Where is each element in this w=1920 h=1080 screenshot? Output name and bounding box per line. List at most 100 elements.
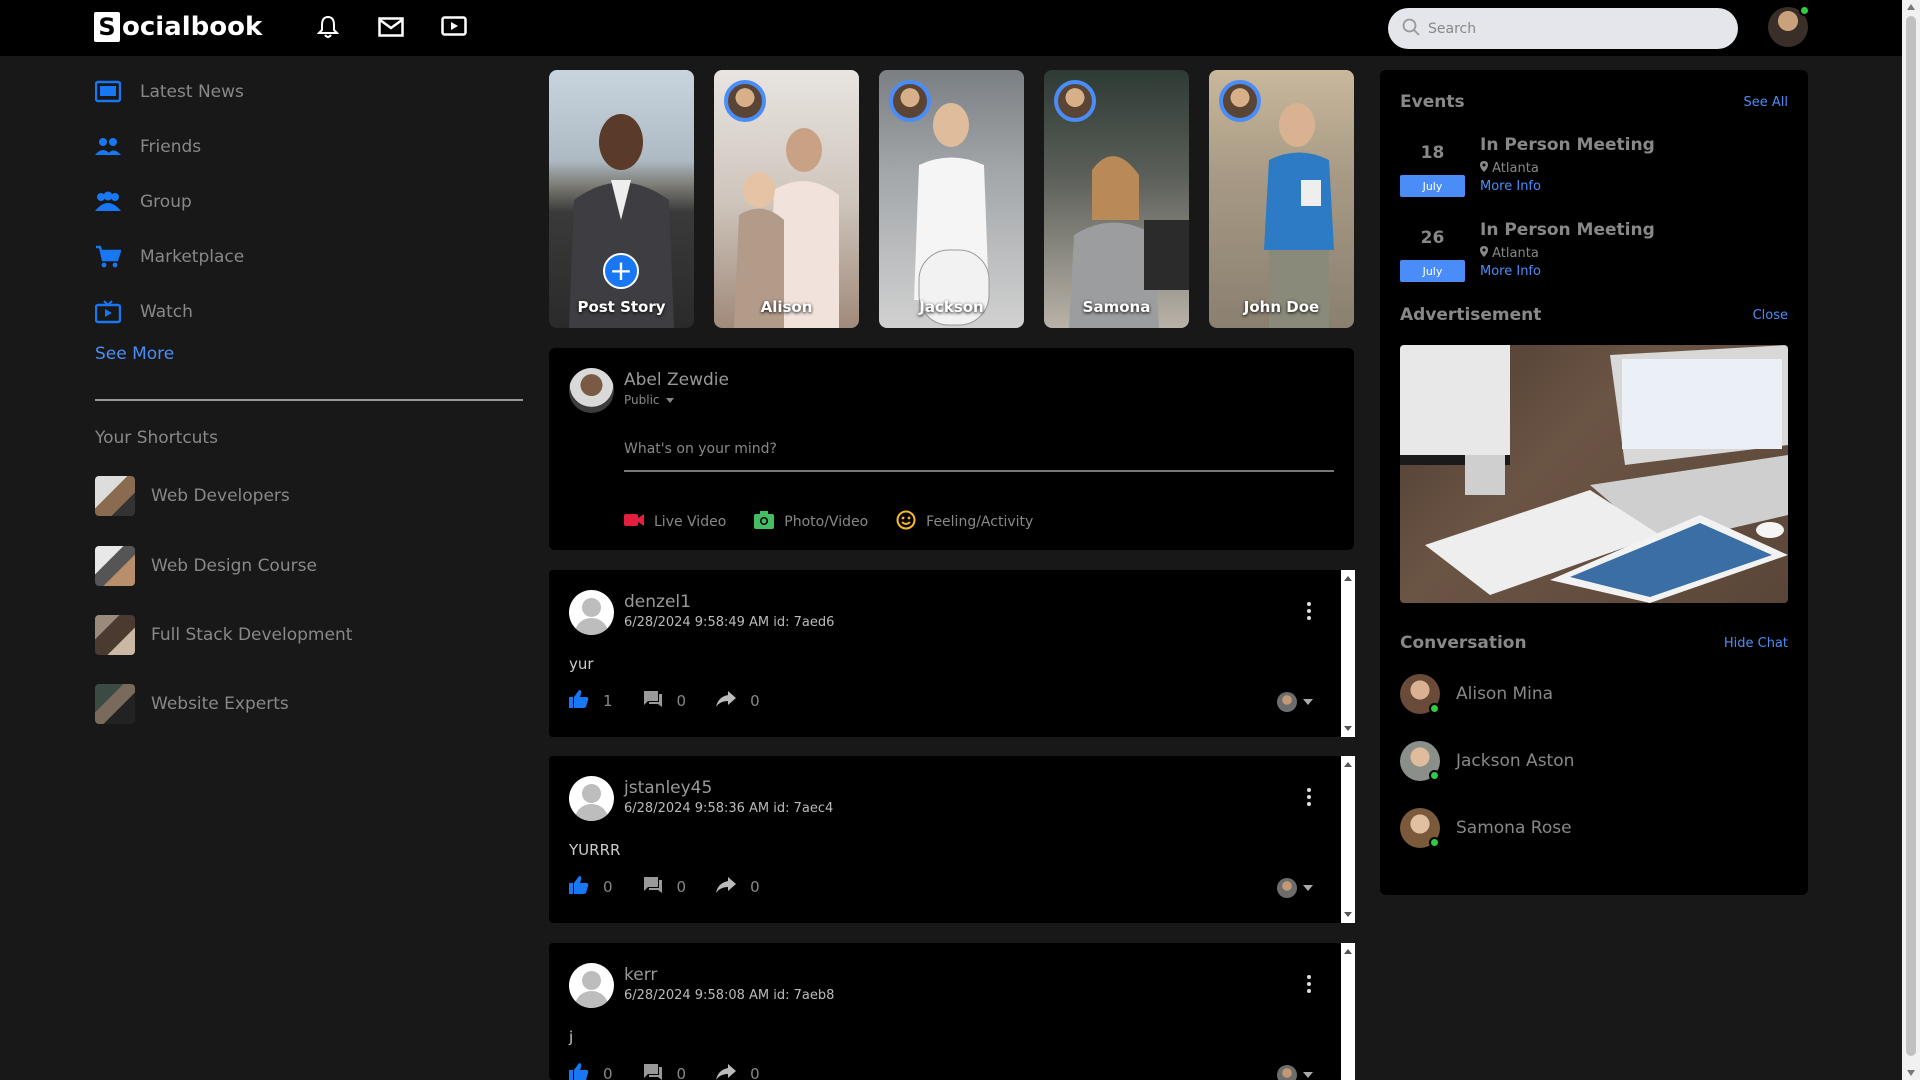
shortcuts-heading: Your Shortcuts <box>95 428 218 448</box>
story-samona[interactable]: Samona <box>1044 70 1189 328</box>
story-label: Jackson <box>919 298 984 316</box>
video-play-icon[interactable] <box>440 13 468 41</box>
post-scrollbar[interactable] <box>1341 570 1355 737</box>
mini-avatar <box>1277 878 1297 898</box>
shortcut-thumbnail <box>95 615 135 655</box>
more-options-icon[interactable] <box>1306 602 1312 620</box>
online-indicator <box>1429 770 1440 781</box>
scrollbar-thumb[interactable] <box>1906 16 1916 1056</box>
story-alison[interactable]: Alison <box>714 70 859 328</box>
online-indicator <box>1429 703 1440 714</box>
tv-icon <box>94 298 122 326</box>
live-video-button[interactable]: Live Video <box>624 510 726 534</box>
scroll-down-arrow-icon[interactable] <box>1344 726 1352 731</box>
scroll-down-arrow-icon[interactable] <box>1344 912 1352 917</box>
comment-button[interactable]: 0 <box>643 876 687 898</box>
events-heading: Events <box>1400 92 1465 112</box>
story-label: Samona <box>1082 298 1151 316</box>
more-options-icon[interactable] <box>1306 788 1312 806</box>
hide-chat-link[interactable]: Hide Chat <box>1724 636 1788 651</box>
story-post-story[interactable]: + Post Story <box>549 70 694 328</box>
photo-video-button[interactable]: Photo/Video <box>754 510 868 534</box>
sidebar-item-group[interactable]: Group <box>94 174 524 229</box>
story-jackson[interactable]: Jackson <box>879 70 1024 328</box>
user-avatar <box>569 368 614 413</box>
shortcut-web-design-course[interactable]: Web Design Course <box>95 546 317 586</box>
post-timestamp: 6/28/2024 9:58:08 AM id: 7aeb8 <box>624 988 835 1003</box>
post-scrollbar[interactable] <box>1341 943 1355 1080</box>
post-timestamp: 6/28/2024 9:58:49 AM id: 7aed6 <box>624 615 835 630</box>
default-avatar[interactable] <box>569 590 614 635</box>
sidebar-item-label: Latest News <box>140 81 244 102</box>
chat-contact[interactable]: Alison Mina <box>1400 673 1553 715</box>
post-scrollbar[interactable] <box>1341 756 1355 923</box>
friends-icon <box>94 133 122 161</box>
scroll-up-arrow-icon[interactable] <box>1344 576 1352 581</box>
sidebar-item-watch[interactable]: Watch <box>94 284 524 339</box>
default-avatar[interactable] <box>569 963 614 1008</box>
like-button[interactable]: 1 <box>569 690 613 712</box>
page-scrollbar[interactable] <box>1902 0 1920 1080</box>
mini-avatar <box>1277 692 1297 712</box>
sidebar-item-latest-news[interactable]: Latest News <box>94 64 524 119</box>
sidebar-item-label: Group <box>140 191 192 212</box>
sidebar-item-label: Watch <box>140 301 193 322</box>
comment-count: 0 <box>676 878 687 896</box>
reaction-selector[interactable] <box>1277 878 1313 898</box>
reaction-selector[interactable] <box>1277 692 1313 712</box>
feed-post: kerr 6/28/2024 9:58:08 AM id: 7aeb8 j 0 … <box>549 943 1355 1080</box>
like-button[interactable]: 0 <box>569 1063 613 1080</box>
sidebar-divider <box>95 399 523 401</box>
add-story-plus-icon[interactable]: + <box>603 253 639 289</box>
live-video-label: Live Video <box>654 514 727 530</box>
post-username[interactable]: denzel1 <box>624 592 691 612</box>
comment-button[interactable]: 0 <box>643 690 686 712</box>
share-button[interactable]: 0 <box>716 690 760 712</box>
event-month: July <box>1400 175 1465 197</box>
event-more-info-link[interactable]: More Info <box>1480 179 1541 194</box>
sidebar-item-marketplace[interactable]: Marketplace <box>94 229 524 284</box>
scroll-down-arrow-icon[interactable] <box>1907 1070 1915 1076</box>
like-button[interactable]: 0 <box>569 876 613 898</box>
more-options-icon[interactable] <box>1306 975 1312 993</box>
scroll-up-arrow-icon[interactable] <box>1344 762 1352 767</box>
shortcut-full-stack-development[interactable]: Full Stack Development <box>95 615 352 655</box>
feed-post: jstanley45 6/28/2024 9:58:36 AM id: 7aec… <box>549 756 1355 923</box>
search-bar[interactable] <box>1388 8 1738 49</box>
see-all-events-link[interactable]: See All <box>1744 95 1789 110</box>
story-john-doe[interactable]: John Doe <box>1209 70 1354 328</box>
reaction-selector[interactable] <box>1277 1065 1313 1080</box>
comment-button[interactable]: 0 <box>643 1063 686 1080</box>
shortcut-label: Web Developers <box>151 486 290 506</box>
logo[interactable]: S ocialbook <box>94 10 262 44</box>
close-ad-link[interactable]: Close <box>1753 308 1788 323</box>
share-button[interactable]: 0 <box>716 876 760 898</box>
shortcut-website-experts[interactable]: Website Experts <box>95 684 289 724</box>
post-username[interactable]: kerr <box>624 965 657 985</box>
chat-contact[interactable]: Samona Rose <box>1400 807 1572 849</box>
default-avatar[interactable] <box>569 776 614 821</box>
online-indicator <box>1429 837 1440 848</box>
share-icon <box>716 877 737 897</box>
thumbs-up-icon <box>569 690 589 712</box>
feeling-activity-button[interactable]: Feeling/Activity <box>896 510 1033 534</box>
scroll-up-arrow-icon[interactable] <box>1344 949 1352 954</box>
search-input[interactable] <box>1428 20 1708 37</box>
advertisement-image[interactable] <box>1400 345 1788 603</box>
event-more-info-link[interactable]: More Info <box>1480 264 1541 279</box>
profile-avatar[interactable] <box>1768 5 1810 47</box>
sidebar-item-friends[interactable]: Friends <box>94 119 524 174</box>
advertisement-heading: Advertisement <box>1400 305 1542 325</box>
bell-icon[interactable] <box>314 13 342 41</box>
event-month: July <box>1400 260 1465 282</box>
share-button[interactable]: 0 <box>716 1063 760 1080</box>
privacy-selector[interactable]: Public <box>624 393 675 407</box>
shortcut-web-developers[interactable]: Web Developers <box>95 476 290 516</box>
scroll-up-arrow-icon[interactable] <box>1907 4 1915 10</box>
post-content: YURRR <box>569 841 621 859</box>
post-text-input[interactable] <box>624 428 1334 472</box>
mail-icon[interactable] <box>377 13 405 41</box>
chat-contact[interactable]: Jackson Aston <box>1400 740 1574 782</box>
post-username[interactable]: jstanley45 <box>624 778 712 798</box>
see-more-link[interactable]: See More <box>95 344 174 364</box>
